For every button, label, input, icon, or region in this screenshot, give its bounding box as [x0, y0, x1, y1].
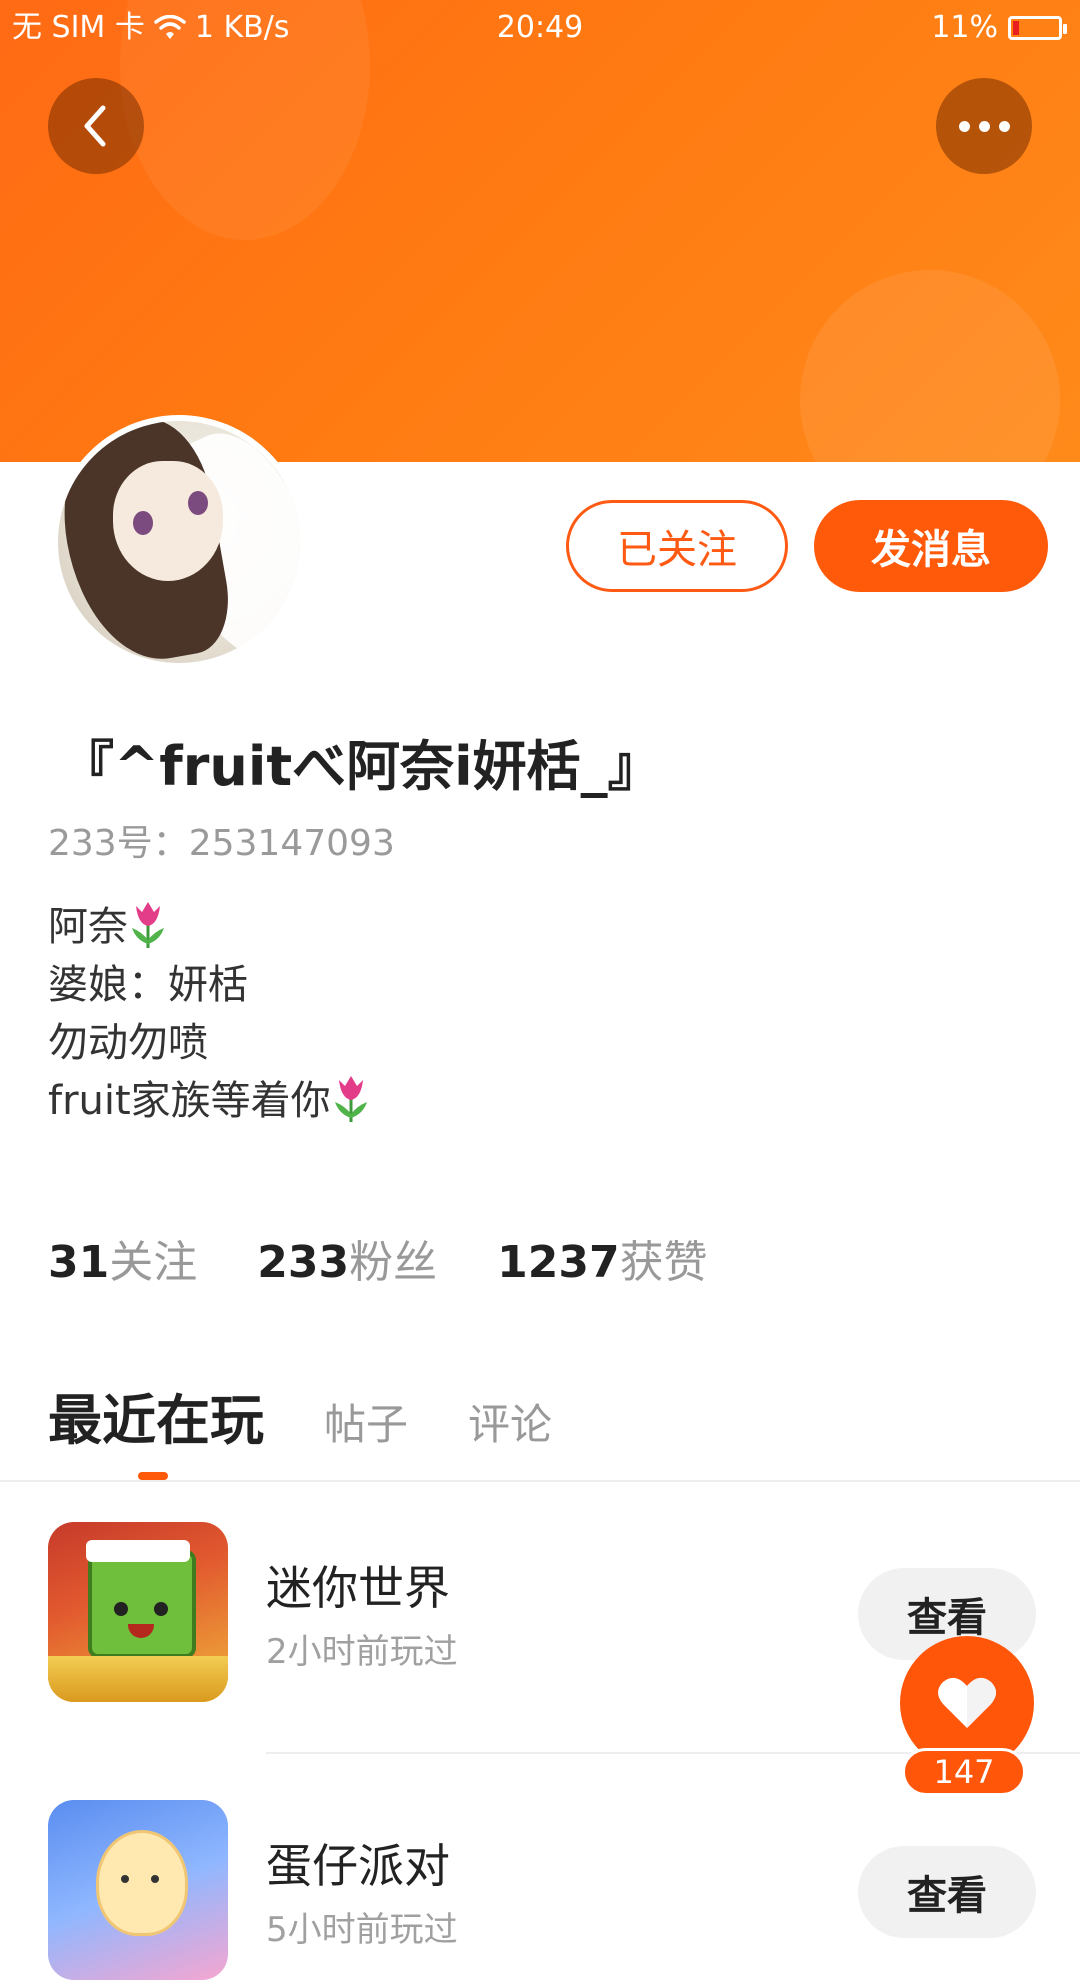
bio-line: 婆娘：妍栝 — [48, 962, 248, 1008]
bio-line: fruit家族等着你 — [48, 1072, 371, 1130]
avatar-image — [58, 421, 300, 663]
stat-likes[interactable]: 1237获赞 — [497, 1226, 707, 1290]
tulip-icon — [334, 1076, 367, 1122]
list-item[interactable]: 蛋仔派对 5小时前玩过 查看 — [0, 1800, 1080, 1980]
clock: 20:49 — [496, 10, 584, 45]
like-count: 147 — [902, 1748, 1026, 1796]
tulip-icon — [132, 902, 164, 948]
status-bar: 无 SIM 卡 1 KB/s 20:49 11% — [0, 0, 1080, 56]
game-played-time: 5小时前玩过 — [266, 1910, 458, 1950]
banner-decoration — [800, 270, 1060, 462]
game-played-time: 2小时前玩过 — [266, 1632, 458, 1672]
stat-following[interactable]: 31关注 — [48, 1226, 197, 1290]
tab-comments[interactable]: 评论 — [468, 1391, 552, 1452]
back-button[interactable] — [48, 78, 144, 174]
stat-fans[interactable]: 233粉丝 — [257, 1226, 437, 1290]
game-icon — [48, 1800, 228, 1980]
battery-icon — [1008, 16, 1067, 40]
divider — [0, 1480, 1080, 1482]
bio: 阿奈 婆娘：妍栝 勿动勿喷 fruit家族等着你 — [48, 898, 371, 1130]
view-button[interactable]: 查看 — [858, 1846, 1036, 1938]
game-name: 蛋仔派对 — [266, 1839, 450, 1893]
avatar[interactable] — [52, 415, 306, 669]
tab-recently-played[interactable]: 最近在玩 — [48, 1376, 264, 1455]
tab-indicator — [138, 1472, 168, 1480]
game-name: 迷你世界 — [266, 1561, 450, 1615]
bio-line: 勿动勿喷 — [48, 1020, 208, 1066]
more-button[interactable] — [936, 78, 1032, 174]
send-message-button[interactable]: 发消息 — [814, 500, 1048, 592]
more-horizontal-icon — [958, 120, 1010, 132]
chevron-left-icon — [84, 105, 106, 147]
heart-icon — [938, 1677, 996, 1728]
bio-line: 阿奈 — [48, 898, 371, 956]
following-button[interactable]: 已关注 — [566, 500, 788, 592]
battery-percent: 11% — [931, 10, 998, 45]
tab-bar: 最近在玩 帖子 评论 — [48, 1376, 552, 1455]
tab-posts[interactable]: 帖子 — [324, 1391, 408, 1452]
user-id: 233号：253147093 — [48, 823, 395, 864]
game-icon — [48, 1522, 228, 1702]
username: 『^fruitべ阿奈i妍栝_』 — [60, 735, 662, 798]
profile-stats: 31关注 233粉丝 1237获赞 — [48, 1226, 708, 1290]
profile-banner — [0, 0, 1080, 462]
